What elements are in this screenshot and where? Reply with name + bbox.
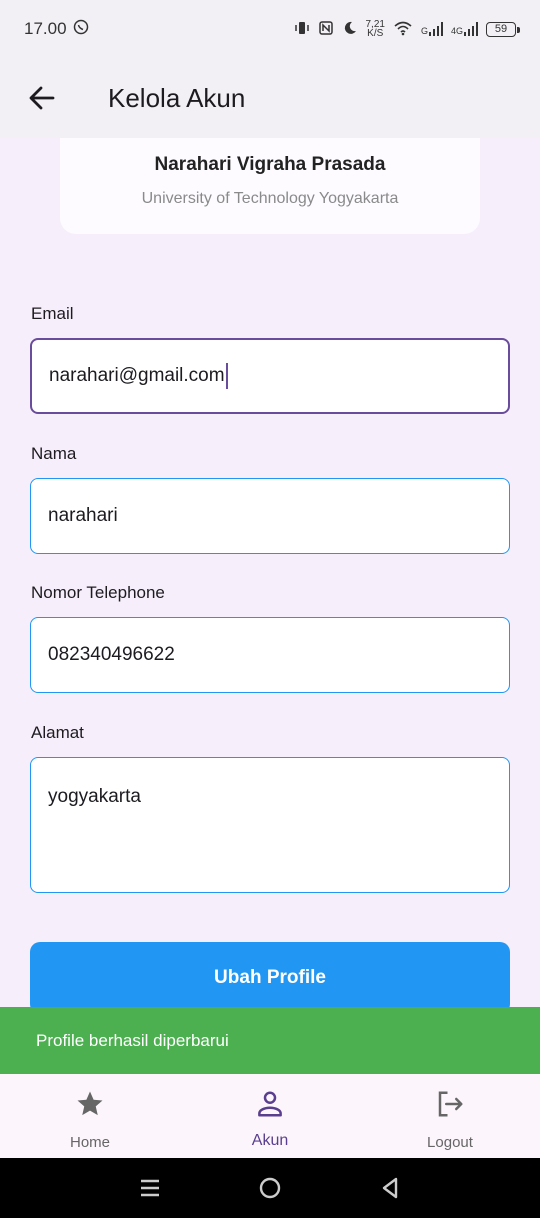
page-title: Kelola Akun xyxy=(108,82,246,113)
phone-field[interactable]: 082340496622 xyxy=(30,617,510,693)
snackbar: Profile berhasil diperbarui xyxy=(0,1007,540,1074)
circle-icon xyxy=(259,1177,281,1199)
bottom-nav: Home Akun Logout xyxy=(0,1074,540,1158)
address-label: Alamat xyxy=(31,723,84,742)
email-field[interactable]: narahari@gmail.com xyxy=(30,338,510,414)
wifi-icon xyxy=(393,20,413,39)
triangle-back-icon xyxy=(382,1177,398,1199)
address-field[interactable]: yogyakarta xyxy=(30,757,510,893)
signal-icon: G xyxy=(421,22,443,36)
signal2-label: 4G xyxy=(450,26,463,36)
logout-icon xyxy=(435,1088,465,1120)
phone-value: 082340496622 xyxy=(48,644,175,665)
battery-level: 59 xyxy=(494,23,508,35)
update-profile-button[interactable]: Ubah Profile xyxy=(30,942,510,1014)
name-field[interactable]: narahari xyxy=(30,478,510,554)
home-button[interactable] xyxy=(250,1168,290,1208)
arrow-left-icon xyxy=(29,86,55,110)
star-icon xyxy=(75,1088,105,1120)
phone-label: Nomor Telephone xyxy=(31,583,165,602)
status-time: 17.00 xyxy=(24,19,67,38)
profile-name: Narahari Vigraha Prasada xyxy=(154,154,386,175)
profile-card: Narahari Vigraha Prasada University of T… xyxy=(60,138,480,234)
snackbar-message: Profile berhasil diperbarui xyxy=(36,1030,229,1050)
email-label: Email xyxy=(31,304,74,323)
nav-item-home[interactable]: Home xyxy=(0,1074,180,1158)
system-nav-bar xyxy=(0,1158,540,1218)
profile-university: University of Technology Yogyakarta xyxy=(141,190,399,207)
nav-label-akun: Akun xyxy=(251,1132,289,1149)
text-caret xyxy=(225,363,228,389)
nav-label-logout: Logout xyxy=(427,1134,473,1151)
whatsapp-icon xyxy=(73,19,89,40)
name-label: Nama xyxy=(31,444,77,463)
system-back-button[interactable] xyxy=(370,1168,410,1208)
net-speed-unit: K/S xyxy=(367,28,384,39)
nav-label-home: Home xyxy=(69,1134,110,1151)
battery-icon: 59 xyxy=(486,21,520,37)
recents-button[interactable] xyxy=(130,1168,170,1208)
app-bar: Kelola Akun xyxy=(0,58,540,138)
person-icon xyxy=(255,1088,285,1120)
nav-item-akun[interactable]: Akun xyxy=(180,1074,360,1158)
status-bar: 17.00 7,21 K/S G 4G 59 xyxy=(0,0,540,58)
signal1-label: G xyxy=(420,26,428,36)
moon-icon xyxy=(342,20,358,39)
address-value: yogyakarta xyxy=(48,786,141,807)
back-button[interactable] xyxy=(14,70,70,126)
nav-item-logout[interactable]: Logout xyxy=(360,1074,540,1158)
email-value: narahari@gmail.com xyxy=(49,365,225,386)
status-left: 17.00 xyxy=(24,19,89,40)
nfc-icon xyxy=(318,20,334,39)
vibrate-icon xyxy=(294,20,310,39)
name-value: narahari xyxy=(48,505,118,526)
net-speed: 7,21 K/S xyxy=(366,20,385,39)
signal-4g-icon: 4G xyxy=(451,22,478,36)
update-profile-label: Ubah Profile xyxy=(214,967,326,988)
status-right: 7,21 K/S G 4G 59 xyxy=(294,20,520,39)
menu-icon xyxy=(141,1179,159,1197)
